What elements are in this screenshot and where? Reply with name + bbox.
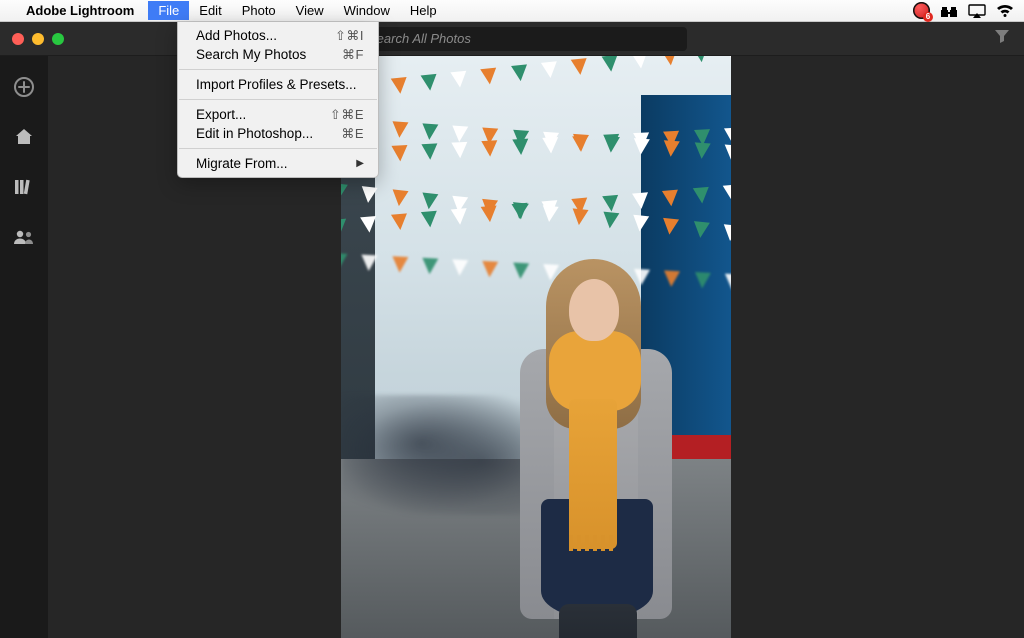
window-controls — [12, 33, 64, 45]
window-minimize-button[interactable] — [32, 33, 44, 45]
menu-item-shortcut: ⌘F — [342, 47, 364, 63]
menu-item-import-profiles-presets[interactable]: Import Profiles & Presets... — [178, 75, 378, 94]
wifi-icon[interactable] — [996, 4, 1014, 18]
file-dropdown-menu: Add Photos... ⇧⌘I Search My Photos ⌘F Im… — [177, 22, 379, 178]
app-body — [0, 56, 1024, 638]
sidebar — [0, 56, 48, 638]
sidebar-home-button[interactable] — [13, 126, 35, 148]
menu-item-shortcut: ⌘E — [341, 126, 364, 142]
sidebar-library-button[interactable] — [13, 176, 35, 198]
menu-help[interactable]: Help — [400, 1, 447, 20]
menu-item-export[interactable]: Export... ⇧⌘E — [178, 105, 378, 124]
people-icon — [13, 229, 35, 245]
menu-item-add-photos[interactable]: Add Photos... ⇧⌘I — [178, 26, 378, 45]
menu-edit[interactable]: Edit — [189, 1, 231, 20]
app-window: Search All Photos — [0, 22, 1024, 638]
menu-photo[interactable]: Photo — [232, 1, 286, 20]
notification-count: 6 — [923, 12, 933, 22]
home-icon — [14, 127, 34, 147]
menu-item-label: Import Profiles & Presets... — [196, 77, 357, 92]
titlebar: Search All Photos — [0, 22, 1024, 56]
mac-menu-bar: Adobe Lightroom File Edit Photo View Win… — [0, 0, 1024, 22]
library-icon — [14, 178, 34, 196]
menu-item-search-my-photos[interactable]: Search My Photos ⌘F — [178, 45, 378, 64]
search-input[interactable]: Search All Photos — [337, 27, 687, 51]
menu-separator — [179, 148, 377, 149]
search-placeholder: Search All Photos — [368, 31, 471, 46]
filter-button[interactable] — [994, 29, 1010, 48]
photo-subject-person — [491, 249, 681, 638]
window-close-button[interactable] — [12, 33, 24, 45]
airplay-icon[interactable] — [968, 4, 986, 18]
menu-item-label: Export... — [196, 107, 246, 122]
submenu-arrow-icon: ▶ — [356, 158, 364, 169]
plus-circle-icon — [13, 76, 35, 98]
menu-separator — [179, 69, 377, 70]
menu-window[interactable]: Window — [334, 1, 400, 20]
menu-view[interactable]: View — [286, 1, 334, 20]
sidebar-add-button[interactable] — [13, 76, 35, 98]
app-name[interactable]: Adobe Lightroom — [26, 3, 134, 18]
menu-item-shortcut: ⇧⌘E — [330, 107, 364, 123]
menu-item-shortcut: ⇧⌘I — [335, 28, 364, 44]
menu-item-label: Add Photos... — [196, 28, 277, 43]
sidebar-people-button[interactable] — [13, 226, 35, 248]
funnel-icon — [994, 29, 1010, 43]
menu-item-label: Migrate From... — [196, 156, 288, 171]
window-zoom-button[interactable] — [52, 33, 64, 45]
photo-preview — [341, 56, 731, 638]
menu-item-label: Edit in Photoshop... — [196, 126, 313, 141]
menu-file[interactable]: File — [148, 1, 189, 20]
mac-status-icons: 6 — [913, 2, 1024, 19]
menu-separator — [179, 99, 377, 100]
menu-item-migrate-from[interactable]: Migrate From... ▶ — [178, 154, 378, 173]
binoculars-icon[interactable] — [940, 4, 958, 18]
menu-item-label: Search My Photos — [196, 47, 306, 62]
menu-item-edit-in-photoshop[interactable]: Edit in Photoshop... ⌘E — [178, 124, 378, 143]
notification-badge-icon[interactable]: 6 — [913, 2, 930, 19]
